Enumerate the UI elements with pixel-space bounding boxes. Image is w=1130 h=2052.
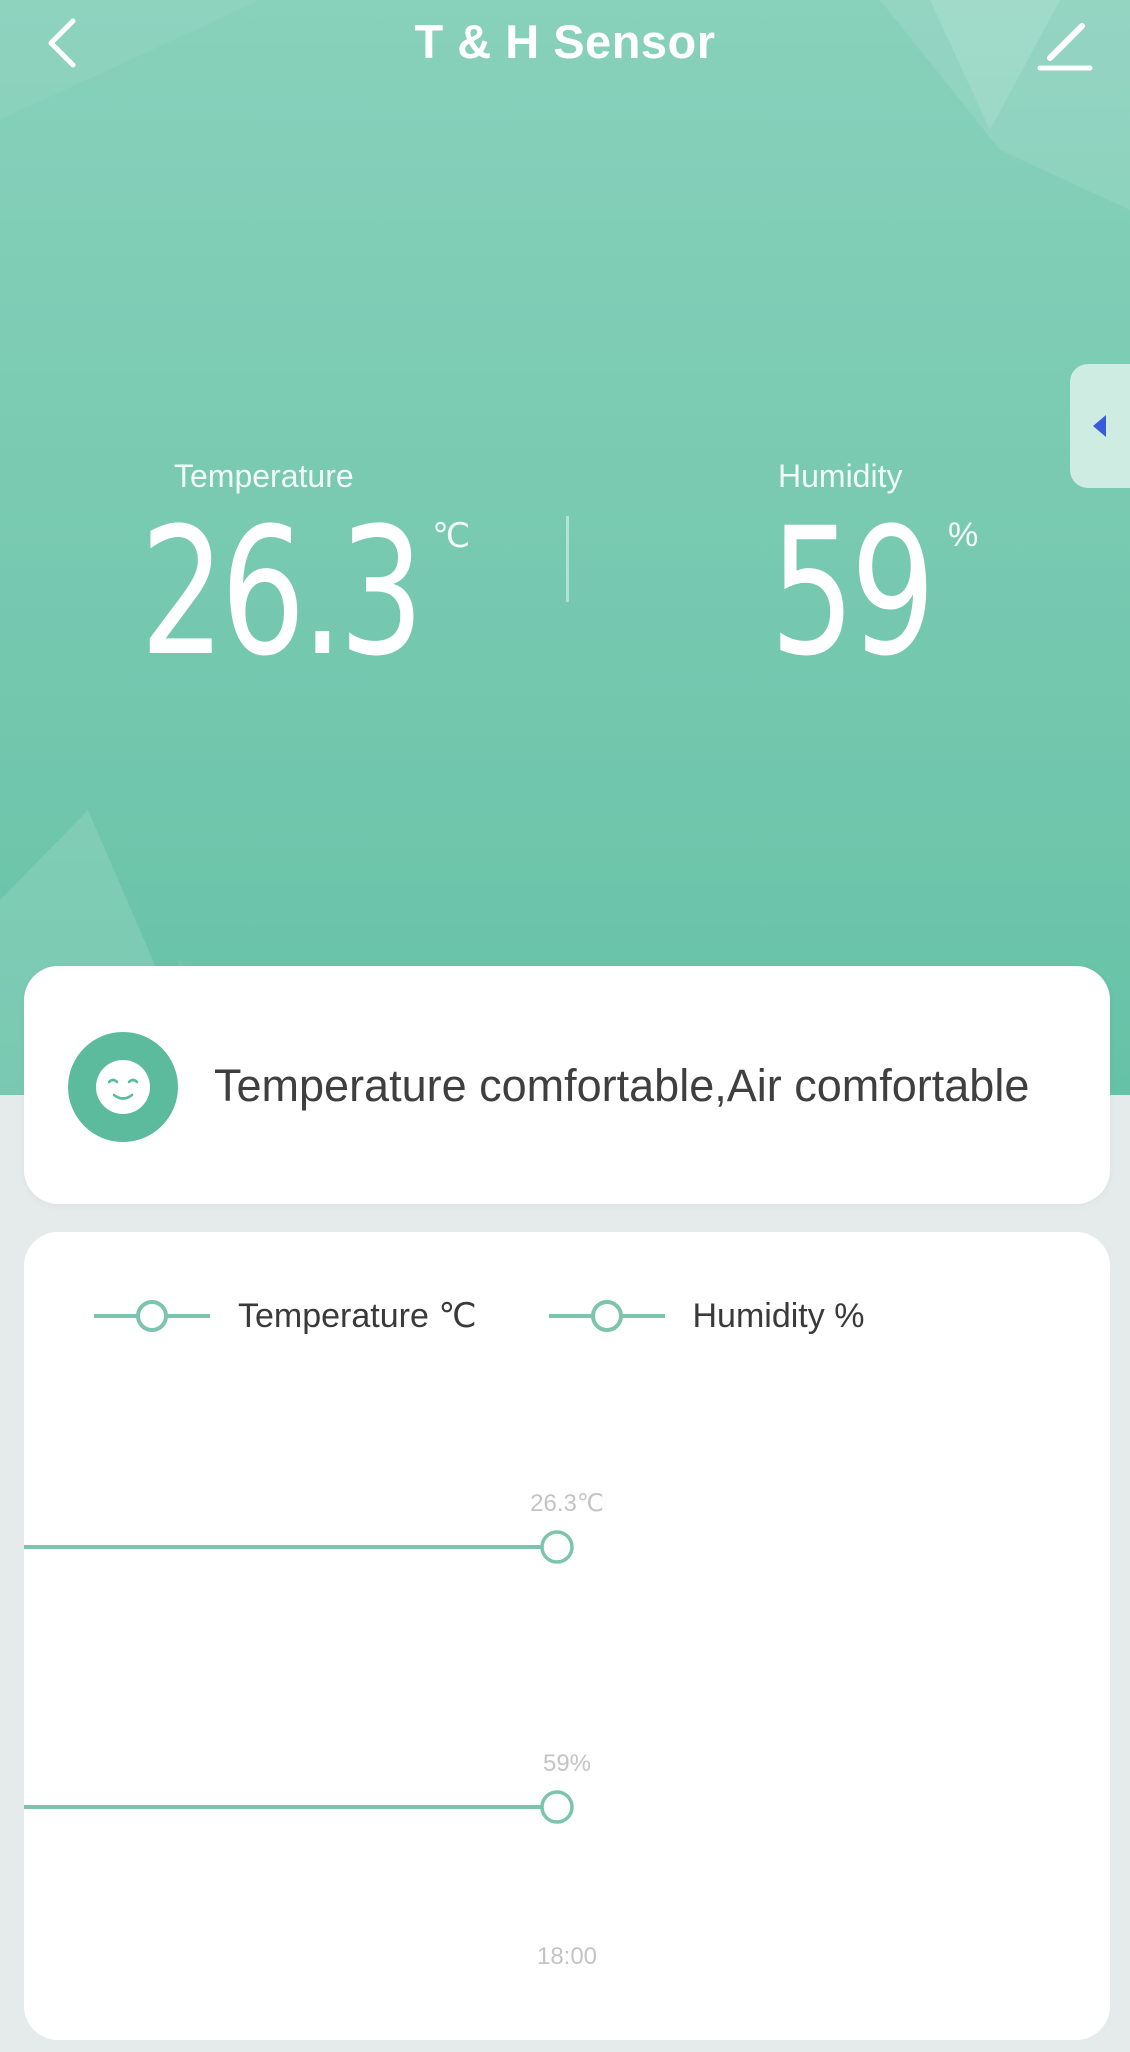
comfort-icon-badge (68, 1032, 178, 1142)
temperature-unit: ℃ (432, 517, 471, 555)
hero-panel: T & H Sensor Temperature 26.3 ℃ Humidity… (0, 0, 1130, 1095)
data-point-temperature[interactable] (540, 1530, 574, 1564)
data-label-temperature: 26.3℃ (530, 1490, 604, 1517)
temperature-value-row: 26.3 ℃ (140, 498, 480, 688)
history-chart: 26.3℃ 59% 18:00 (24, 1490, 604, 1970)
data-point-humidity[interactable] (540, 1790, 574, 1824)
readings-divider (566, 516, 569, 602)
humidity-unit: % (948, 516, 979, 554)
humidity-value-row: 59 % (770, 498, 1030, 688)
side-panel-toggle[interactable] (1070, 364, 1130, 488)
temperature-reading: Temperature 26.3 ℃ (140, 456, 480, 688)
data-label-humidity: 59% (543, 1750, 591, 1777)
x-tick-label: 18:00 (537, 1943, 597, 1970)
pencil-icon (1037, 23, 1093, 71)
humidity-reading: Humidity 59 % (770, 456, 1030, 688)
caret-left-icon (1093, 415, 1106, 437)
humidity-value: 59 (770, 490, 936, 695)
temperature-value: 26.3 (140, 490, 424, 695)
history-chart-card: Temperature ℃ Humidity % 26.3℃ 59% 18:00 (24, 1232, 1110, 2040)
top-bar: T & H Sensor (0, 0, 1130, 90)
smiley-face-icon (96, 1060, 150, 1114)
comfort-status-card: Temperature comfortable,Air comfortable (24, 966, 1110, 1204)
comfort-status-text: Temperature comfortable,Air comfortable (214, 1060, 1030, 1111)
edit-button[interactable] (1028, 6, 1102, 80)
page-title: T & H Sensor (414, 15, 716, 68)
